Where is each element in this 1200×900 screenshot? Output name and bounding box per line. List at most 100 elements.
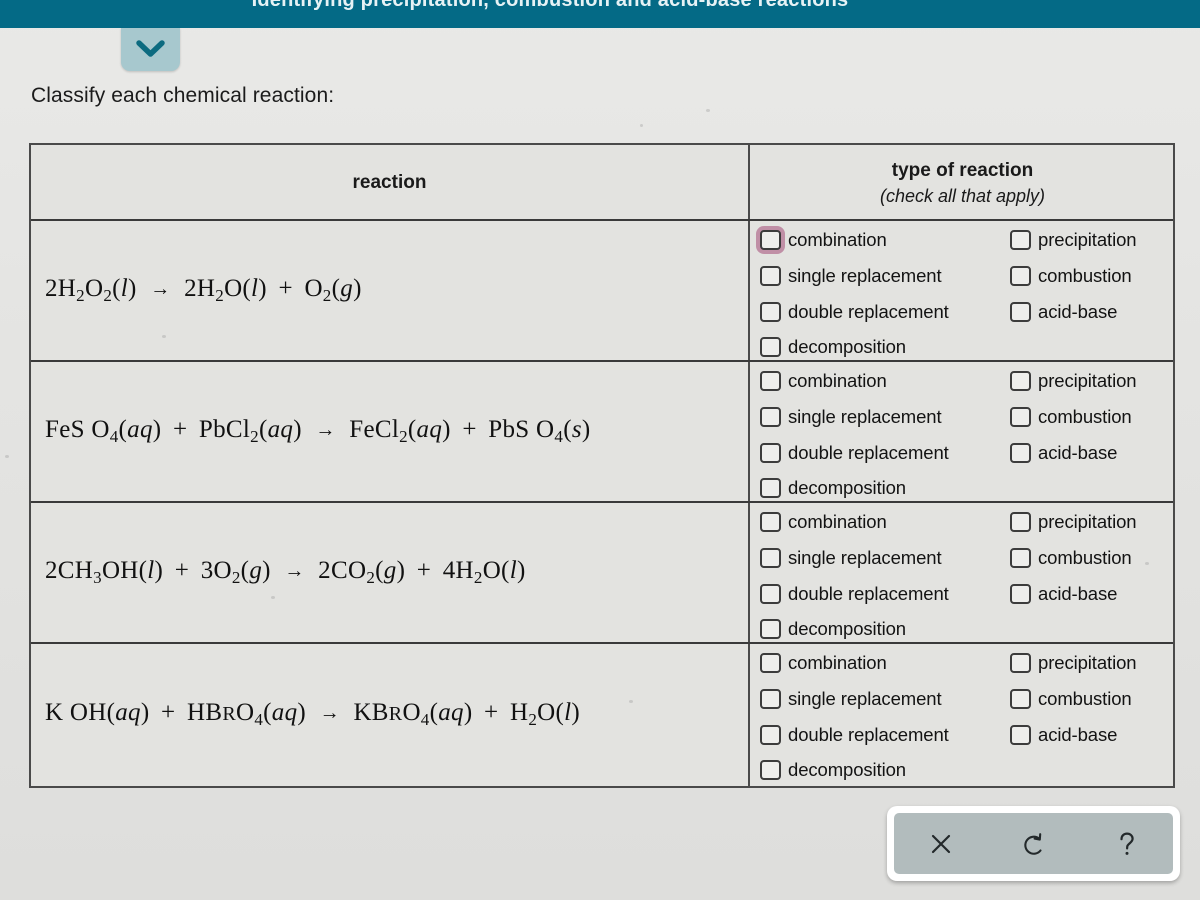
checkbox-option-decomposition[interactable]: decomposition [760,336,906,358]
checkbox-label: combination [788,511,887,532]
column-header-reaction: reaction [352,172,427,193]
paper-speck [640,124,643,127]
checkbox-precipitation-unchecked[interactable] [1010,230,1031,250]
app-header-band: Identifying precipitation, combustion an… [0,0,1200,28]
reaction-equation: FeS O4(aq) + PbCl2(aq) → FeCl2(aq) + PbS… [45,416,591,446]
checkbox-label: acid-base [1038,724,1118,745]
checkbox-combustion-unchecked[interactable] [1010,407,1031,427]
reaction-equation-cell: K OH(aq) + HBRO4(aq) → KBRO4(aq) + H2O(l… [31,644,748,785]
question-mark-icon [1114,830,1140,858]
checkbox-label: combustion [1038,547,1132,568]
checkbox-label: combustion [1038,406,1132,427]
checkbox-label: single replacement [788,688,942,709]
checkbox-option-decomposition[interactable]: decomposition [760,618,906,640]
checkbox-option-double-replacement[interactable]: double replacement [760,583,949,605]
checkbox-option-double-replacement[interactable]: double replacement [760,724,949,746]
checkbox-acid-base-unchecked[interactable] [1010,302,1031,322]
checkbox-combination-unchecked[interactable] [760,653,781,673]
checkbox-decomposition-unchecked[interactable] [760,337,781,357]
checkbox-decomposition-unchecked[interactable] [760,619,781,639]
checkbox-option-single-replacement[interactable]: single replacement [760,265,942,287]
checkbox-double-replacement-unchecked[interactable] [760,302,781,322]
checkbox-label: decomposition [788,336,906,357]
checkbox-option-combustion[interactable]: combustion [1010,688,1132,710]
checkbox-precipitation-unchecked[interactable] [1010,371,1031,391]
checkbox-option-single-replacement[interactable]: single replacement [760,547,942,569]
checkbox-precipitation-unchecked[interactable] [1010,512,1031,532]
checkbox-double-replacement-unchecked[interactable] [760,584,781,604]
paper-speck [162,335,166,338]
checkbox-decomposition-unchecked[interactable] [760,478,781,498]
checkbox-option-double-replacement[interactable]: double replacement [760,301,949,323]
checkbox-option-decomposition[interactable]: decomposition [760,759,906,781]
checkbox-option-single-replacement[interactable]: single replacement [760,406,942,428]
checkbox-option-combination[interactable]: combination [760,511,887,533]
checkbox-option-precipitation[interactable]: precipitation [1010,229,1137,251]
reaction-type-options-cell: combination single replacement double repl… [750,362,1175,501]
checkbox-option-precipitation[interactable]: precipitation [1010,652,1137,674]
checkbox-option-acid-base[interactable]: acid-base [1010,724,1117,746]
checkbox-label: single replacement [788,265,942,286]
checkbox-label: single replacement [788,406,942,427]
checkbox-label: decomposition [788,618,906,639]
checkbox-option-precipitation[interactable]: precipitation [1010,511,1137,533]
checkbox-option-combination[interactable]: combination [760,229,887,251]
checkbox-label: combination [788,229,887,250]
reaction-equation: 2H2O2(l) → 2H2O(l) + O2(g) [45,275,362,305]
checkbox-single-replacement-unchecked[interactable] [760,407,781,427]
checkbox-option-decomposition[interactable]: decomposition [760,477,906,499]
table-row: 2H2O2(l) → 2H2O(l) + O2(g) combination sin… [31,221,1173,362]
checkbox-option-combination[interactable]: combination [760,652,887,674]
checkbox-combustion-unchecked[interactable] [1010,689,1031,709]
close-x-icon [928,831,954,857]
checkbox-label: combination [788,370,887,391]
checkbox-single-replacement-unchecked[interactable] [760,689,781,709]
checkbox-option-combustion[interactable]: combustion [1010,265,1132,287]
checkbox-label: precipitation [1038,652,1137,673]
checkbox-combustion-unchecked[interactable] [1010,548,1031,568]
reaction-equation-cell: FeS O4(aq) + PbCl2(aq) → FeCl2(aq) + PbS… [31,362,748,501]
help-button[interactable] [1099,813,1155,874]
checkbox-option-double-replacement[interactable]: double replacement [760,442,949,464]
checkbox-acid-base-unchecked[interactable] [1010,443,1031,463]
checkbox-combination-unchecked[interactable] [760,230,781,250]
checkbox-option-precipitation[interactable]: precipitation [1010,370,1137,392]
checkbox-decomposition-unchecked[interactable] [760,760,781,780]
reaction-type-options-cell: combination single replacement double repl… [750,221,1175,360]
checkbox-single-replacement-unchecked[interactable] [760,548,781,568]
checkbox-combination-unchecked[interactable] [760,512,781,532]
paper-speck [706,109,710,112]
reset-button[interactable] [1006,813,1062,874]
checkbox-single-replacement-unchecked[interactable] [760,266,781,286]
checkbox-precipitation-unchecked[interactable] [1010,653,1031,673]
paper-speck [271,596,275,599]
checkbox-double-replacement-unchecked[interactable] [760,443,781,463]
classification-table: reaction type of reaction (check all tha… [29,143,1175,788]
checkbox-option-acid-base[interactable]: acid-base [1010,442,1117,464]
checkbox-double-replacement-unchecked[interactable] [760,725,781,745]
checkbox-label: single replacement [788,547,942,568]
close-button[interactable] [913,813,969,874]
checkbox-label: decomposition [788,759,906,780]
checkbox-label: double replacement [788,442,949,463]
checkbox-acid-base-unchecked[interactable] [1010,725,1031,745]
table-body: 2H2O2(l) → 2H2O(l) + O2(g) combination sin… [31,221,1173,785]
checkbox-option-combination[interactable]: combination [760,370,887,392]
checkbox-option-acid-base[interactable]: acid-base [1010,301,1117,323]
checkbox-option-combustion[interactable]: combustion [1010,547,1132,569]
action-toolbar-inner [894,813,1173,874]
checkbox-label: combination [788,652,887,673]
checkbox-option-acid-base[interactable]: acid-base [1010,583,1117,605]
checkbox-combustion-unchecked[interactable] [1010,266,1031,286]
checkbox-label: acid-base [1038,301,1118,322]
checkbox-option-combustion[interactable]: combustion [1010,406,1132,428]
undo-arrow-icon [1020,830,1048,858]
checkbox-combination-unchecked[interactable] [760,371,781,391]
table-header-row: reaction type of reaction (check all tha… [31,145,1173,221]
checkbox-option-single-replacement[interactable]: single replacement [760,688,942,710]
reaction-equation: K OH(aq) + HBRO4(aq) → KBRO4(aq) + H2O(l… [45,699,581,729]
checkbox-acid-base-unchecked[interactable] [1010,584,1031,604]
checkbox-label: decomposition [788,477,906,498]
collapse-panel-tab[interactable] [121,28,180,71]
instruction-text: Classify each chemical reaction: [31,84,335,107]
